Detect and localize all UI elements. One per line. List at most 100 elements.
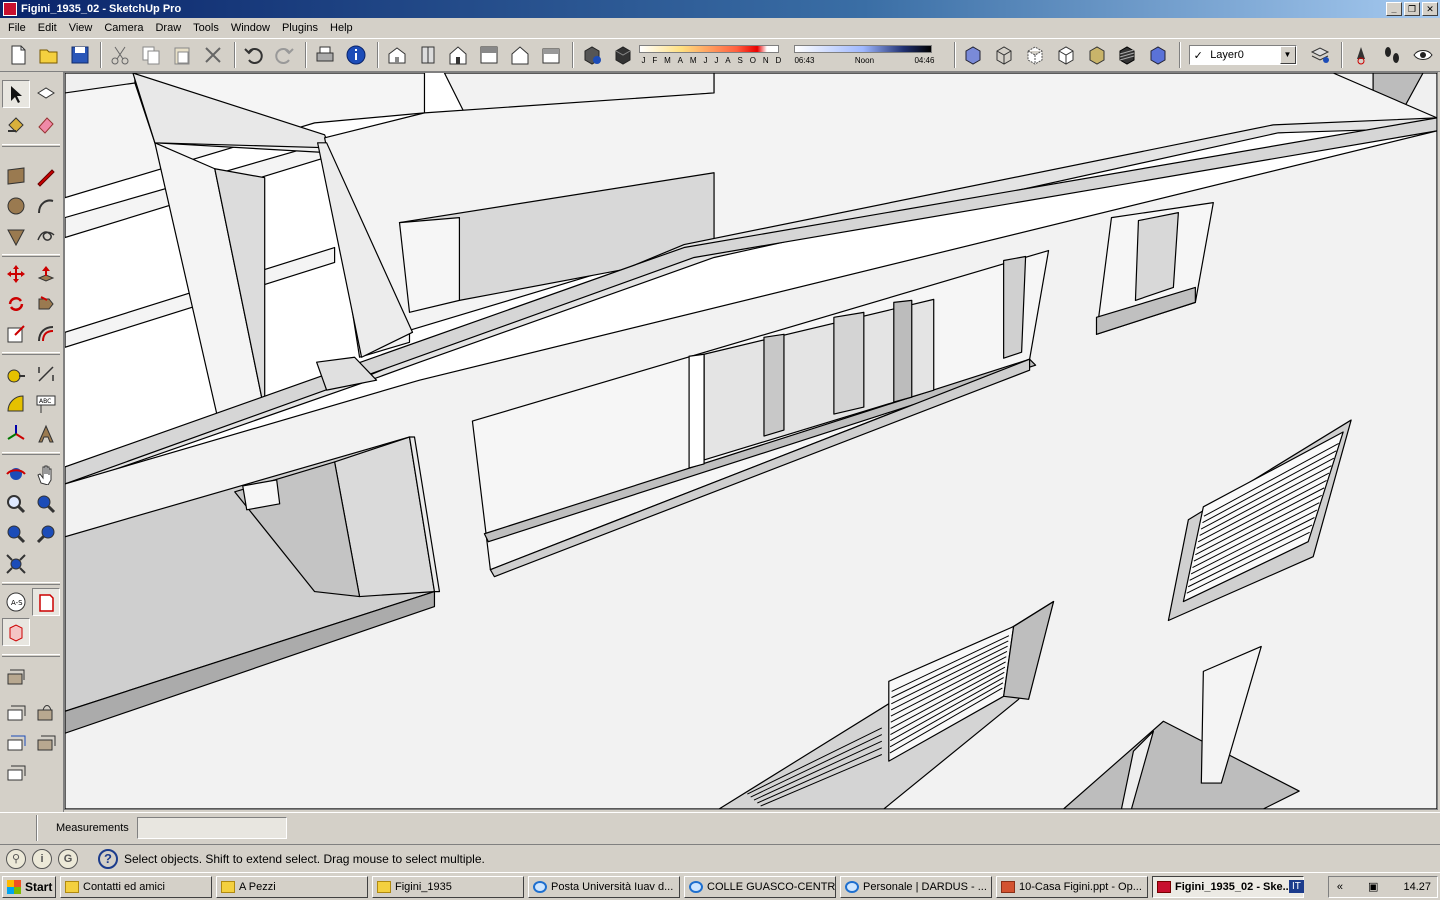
menu-edit[interactable]: Edit — [32, 22, 63, 34]
sandbox-from-scratch-icon[interactable] — [2, 698, 30, 726]
axes-icon[interactable] — [2, 420, 30, 448]
display-section-planes-icon[interactable] — [32, 588, 60, 616]
taskbar-item[interactable]: COLLE GUASCO-CENTR... — [684, 875, 836, 898]
position-camera-icon[interactable] — [1347, 41, 1375, 69]
rotate-icon[interactable] — [2, 290, 30, 318]
monochrome-style-icon[interactable] — [1114, 41, 1142, 69]
rectangle-icon[interactable] — [2, 162, 30, 190]
wireframe-style-icon[interactable] — [990, 41, 1018, 69]
menu-file[interactable]: File — [2, 22, 32, 34]
back-view-icon[interactable] — [506, 41, 534, 69]
look-around-icon[interactable] — [1409, 41, 1437, 69]
sign-in-icon[interactable]: G — [58, 848, 78, 869]
taskbar-item[interactable]: Personale | DARDUS - ... — [840, 875, 992, 898]
scale-icon[interactable] — [2, 320, 30, 348]
shadow-settings-icon[interactable] — [578, 41, 606, 69]
3d-text-icon[interactable] — [32, 420, 60, 448]
geo-location-icon[interactable]: ⚲ — [6, 848, 26, 869]
add-detail-icon[interactable] — [2, 758, 30, 786]
shadow-time-slider[interactable]: 06:43 Noon 04:46 — [794, 41, 943, 69]
tray-expand-icon[interactable]: « — [1337, 881, 1343, 893]
select-arrow-icon[interactable] — [2, 80, 30, 108]
redo-icon[interactable] — [271, 41, 299, 69]
menu-window[interactable]: Window — [225, 22, 276, 34]
taskbar-item[interactable]: A Pezzi — [216, 875, 368, 898]
taskbar-item[interactable]: 10-Casa Figini.ppt - Op... — [996, 875, 1148, 898]
offset-icon[interactable] — [32, 320, 60, 348]
orbit-icon[interactable] — [2, 460, 30, 488]
undo-icon[interactable] — [240, 41, 268, 69]
print-icon[interactable] — [311, 41, 339, 69]
restore-button[interactable]: ❐ — [1404, 2, 1420, 16]
start-button[interactable]: Start — [2, 875, 56, 898]
close-button[interactable]: ✕ — [1422, 2, 1438, 16]
next-view-icon[interactable] — [32, 520, 60, 548]
top-view-icon[interactable] — [414, 41, 442, 69]
left-view-icon[interactable] — [537, 41, 565, 69]
time-slider-track[interactable] — [794, 45, 933, 53]
cut-icon[interactable] — [106, 41, 134, 69]
circle-icon[interactable] — [2, 192, 30, 220]
xray-style-icon[interactable] — [960, 41, 988, 69]
taskbar-item[interactable]: Figini_1935 — [372, 875, 524, 898]
section-plane-icon[interactable]: A-S — [2, 588, 30, 616]
push-pull-icon[interactable] — [32, 260, 60, 288]
right-view-icon[interactable] — [475, 41, 503, 69]
eraser-icon[interactable] — [32, 110, 60, 138]
pan-hand-icon[interactable] — [32, 460, 60, 488]
stamp-icon[interactable] — [2, 728, 30, 756]
copy-icon[interactable] — [137, 41, 165, 69]
credits-icon[interactable]: i — [32, 848, 52, 869]
monitor-icon[interactable]: ▣ — [1368, 880, 1378, 893]
delete-icon[interactable] — [199, 41, 227, 69]
model-viewport[interactable] — [64, 72, 1438, 810]
measurements-input[interactable] — [136, 816, 287, 839]
open-file-icon[interactable] — [35, 41, 63, 69]
front-view-icon[interactable] — [445, 41, 473, 69]
model-info-icon[interactable] — [342, 41, 370, 69]
display-shadows-icon[interactable] — [609, 41, 637, 69]
menu-view[interactable]: View — [63, 22, 99, 34]
smoove-icon[interactable] — [32, 698, 60, 726]
shaded-style-icon[interactable] — [1052, 41, 1080, 69]
zoom-extents-icon[interactable] — [2, 550, 30, 578]
shaded-with-textures-icon[interactable] — [1144, 41, 1172, 69]
layer-dropdown[interactable]: ✓ Layer0 ▼ — [1189, 45, 1297, 65]
menu-plugins[interactable]: Plugins — [276, 22, 324, 34]
display-section-cuts-icon[interactable] — [2, 618, 30, 646]
paste-icon[interactable] — [168, 41, 196, 69]
text-icon[interactable]: ABC — [32, 390, 60, 418]
taskbar-item-active[interactable]: Figini_1935_02 - Ske... — [1152, 875, 1304, 898]
zoom-icon[interactable] — [2, 490, 30, 518]
help-icon[interactable]: ? — [98, 848, 118, 869]
menu-camera[interactable]: Camera — [98, 22, 149, 34]
paint-bucket-icon[interactable] — [2, 110, 30, 138]
minimize-button[interactable]: _ — [1386, 2, 1402, 16]
menu-tools[interactable]: Tools — [187, 22, 225, 34]
follow-me-icon[interactable] — [32, 290, 60, 318]
menu-draw[interactable]: Draw — [149, 22, 187, 34]
shadow-date-slider[interactable]: J F M A M J J A S O N D — [639, 41, 788, 69]
freehand-icon[interactable] — [32, 222, 60, 250]
chevron-down-icon[interactable]: ▼ — [1279, 46, 1296, 64]
language-indicator[interactable]: IT — [1289, 880, 1304, 893]
layer-manager-icon[interactable] — [1307, 41, 1335, 69]
previous-view-icon[interactable] — [2, 520, 30, 548]
walk-icon[interactable] — [1378, 41, 1406, 69]
move-icon[interactable] — [2, 260, 30, 288]
taskbar-item[interactable]: Contatti ed amici — [60, 875, 212, 898]
model-drawing[interactable] — [65, 73, 1437, 809]
drape-icon[interactable] — [32, 728, 60, 756]
polygon-icon[interactable] — [2, 222, 30, 250]
iso-view-icon[interactable] — [383, 41, 411, 69]
new-file-icon[interactable] — [4, 41, 32, 69]
pencil-line-icon[interactable] — [32, 162, 60, 190]
hidden-line-style-icon[interactable] — [1021, 41, 1049, 69]
tape-measure-icon[interactable] — [2, 360, 30, 388]
protractor-icon[interactable] — [2, 390, 30, 418]
sandbox-from-contours-icon[interactable] — [2, 662, 30, 690]
make-component-icon[interactable] — [32, 80, 60, 108]
save-icon[interactable] — [66, 41, 94, 69]
dimension-icon[interactable] — [32, 360, 60, 388]
textured-style-icon[interactable] — [1083, 41, 1111, 69]
